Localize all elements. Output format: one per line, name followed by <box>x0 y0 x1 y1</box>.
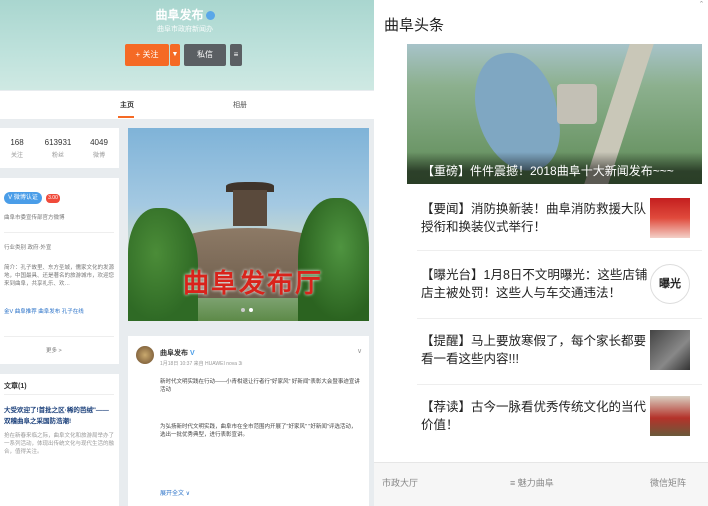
divider <box>417 318 702 319</box>
post-text-line2: 为弘扬新时代文明实践，曲阜市在全市范围内开展了"好家风" "好新闻"评选活动，选… <box>160 424 357 438</box>
divider <box>417 384 702 385</box>
post-author[interactable]: 曲阜发布 V <box>160 348 195 358</box>
carousel-dot-active[interactable] <box>249 308 253 312</box>
more-menu-button[interactable]: ≡ <box>230 44 242 66</box>
profile-name: 曲阜发布 <box>130 6 240 23</box>
stats-card <box>0 128 119 168</box>
more-info-link[interactable]: 更多 > <box>46 347 86 355</box>
badge-count: 3.00 <box>46 194 60 203</box>
stat-following-label: 关注 <box>10 153 23 159</box>
verified-badge[interactable]: V 微博认证 <box>4 192 42 204</box>
news-thumbnail[interactable] <box>650 198 690 238</box>
stat-fans-label: 粉丝 <box>51 153 64 159</box>
post-meta: 1月18日 10:37 来自 HUAWEI nova 3i <box>160 361 243 367</box>
news-item-title: 【曝光台】1月8日不文明曝光：这些店铺店主被处罚！这些人与车交通违法！ <box>421 268 648 300</box>
tab-home[interactable]: 主页 <box>120 100 134 110</box>
divider <box>417 250 702 251</box>
divider <box>4 394 114 395</box>
chevron-down-icon: ▼ <box>171 51 179 58</box>
industry-text: 行业类别 政府·外宣 <box>4 245 52 251</box>
profile-subtitle: 曲阜市政府新闻办 <box>157 26 213 33</box>
intro-text: 简介：孔子故里、东方圣城，儒家文化的发源地，中国最具、还是著名的旅游城市，欢迎您… <box>4 265 114 287</box>
news-thumbnail[interactable] <box>650 396 690 436</box>
active-tab-indicator <box>118 116 134 118</box>
banner-carousel[interactable]: 曲阜发布厅 <box>128 128 369 321</box>
news-item-title: 【提醒】马上要放寒假了，每个家长都要看一看这些内容!!! <box>421 334 647 366</box>
article-title-link[interactable]: 大受欢迎了!首批之区·稀的芭绒"——双稽曲阜之采国防浩潮! <box>4 405 114 427</box>
menu-item-wechat-matrix[interactable]: 微信矩阵 <box>650 476 686 489</box>
menu-item-charm-qufu[interactable]: ≡ 魅力曲阜 <box>510 476 554 489</box>
news-thumbnail-exposure[interactable]: 曝光 <box>650 264 690 304</box>
articles-header: 文章(1) <box>4 383 27 390</box>
follow-button[interactable]: + 关注 <box>125 44 169 66</box>
weibo-profile-panel: 曲阜发布 曲阜市政府新闻办 + 关注 ▼ 私信 ≡ 主页 相册 168 关注 6… <box>0 0 374 506</box>
menu-item-government-hall[interactable]: 市政大厅 <box>382 476 418 489</box>
carousel-dot[interactable] <box>241 308 245 312</box>
follow-dropdown-button[interactable]: ▼ <box>170 44 180 66</box>
profile-tab-bar <box>0 91 374 119</box>
news-panel-title: 曲阜头条 <box>384 17 445 34</box>
stat-fans-value[interactable]: 613931 <box>38 138 78 147</box>
post-text-line1: 新时代文明实践在行动——小青柑退让行者行"好家风" 好新闻"表彰大会暨事迹宣讲活… <box>160 379 360 393</box>
hero-news-title[interactable]: 【重磅】件件震撼！2018曲阜十大新闻发布~~~ <box>422 162 702 179</box>
verified-icon: V <box>189 350 195 357</box>
news-thumbnail[interactable] <box>650 330 690 370</box>
avatar[interactable] <box>136 346 154 364</box>
message-button[interactable]: 私信 <box>184 44 226 66</box>
news-item-title: 【荐读】古今一脉看优秀传统文化的当代价值！ <box>421 400 647 432</box>
stat-posts-label: 微博 <box>92 153 105 159</box>
verified-icon <box>205 11 215 21</box>
scroll-up-icon[interactable]: ˆ <box>700 0 703 10</box>
profile-links[interactable]: 金V 曲阜推荐 曲阜发布 孔子在线 <box>4 308 114 316</box>
news-item-title: 【要闻】消防换新装！曲阜消防救援大队授衔和换装仪式举行！ <box>421 202 647 234</box>
banner-title: 曲阜发布厅 <box>182 269 323 299</box>
divider <box>4 336 114 337</box>
stat-following-value[interactable]: 168 <box>2 138 32 147</box>
expand-text-link[interactable]: 展开全文 ∨ <box>160 488 190 497</box>
stat-posts-value[interactable]: 4049 <box>84 138 114 147</box>
article-excerpt: 抢在新春来临之际，曲阜文化和旅游局举办了一系列活动，体现出传统文化与现代生活的融… <box>4 433 114 455</box>
tab-album[interactable]: 相册 <box>233 100 247 110</box>
verify-description: 曲阜市委宣传部官方微博 <box>4 215 65 221</box>
chevron-down-icon[interactable]: ∨ <box>357 347 362 355</box>
divider <box>4 232 114 233</box>
